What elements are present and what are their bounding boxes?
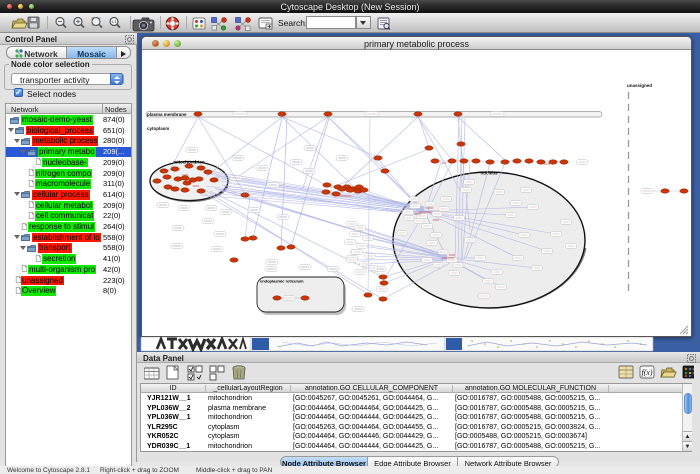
svg-text:plasma membrane: plasma membrane — [147, 112, 187, 117]
svg-text:endoplasmic reticulum: endoplasmic reticulum — [260, 279, 304, 284]
svg-text:mitochondrion: mitochondrion — [173, 160, 205, 165]
svg-text:unassigned: unassigned — [627, 83, 652, 88]
svg-text:nucleus: nucleus — [480, 171, 498, 176]
svg-text:cytoplasm: cytoplasm — [147, 126, 169, 131]
svg-text:f(x): f(x) — [641, 368, 652, 377]
svg-text:1:1: 1:1 — [111, 19, 117, 24]
